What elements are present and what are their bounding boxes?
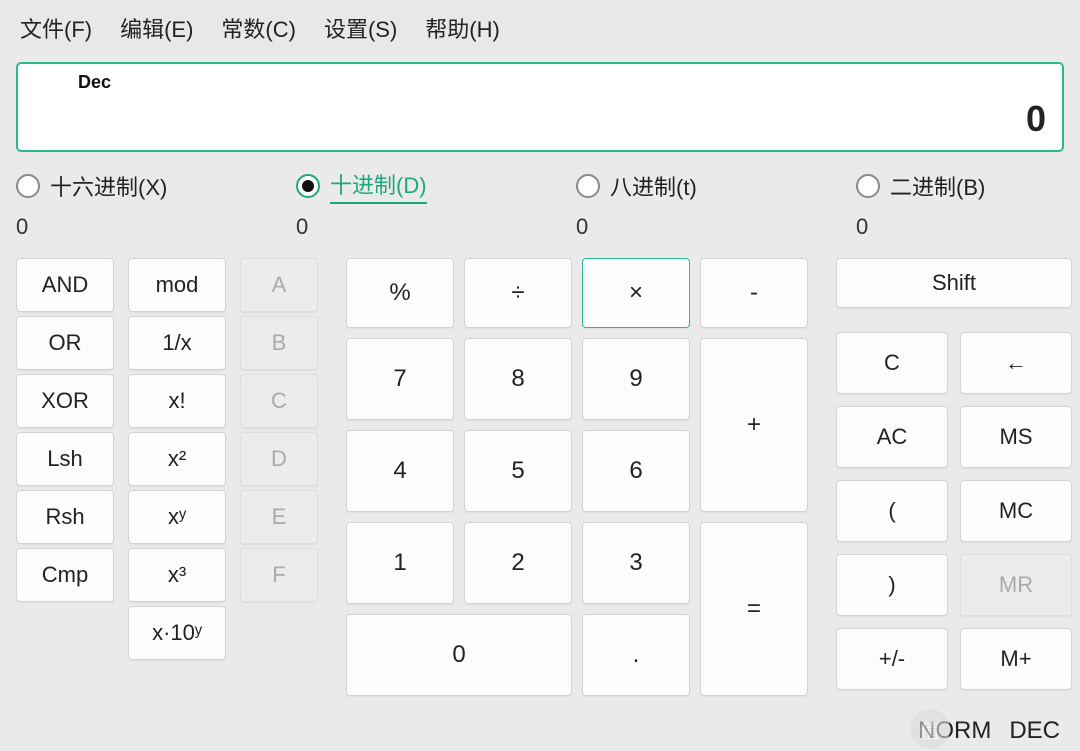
btn-hex-b: B bbox=[240, 316, 318, 370]
btn-hex-f: F bbox=[240, 548, 318, 602]
numeric-grid: % ÷ × - 7 8 9 + 4 5 6 1 2 3 = 0 . bbox=[346, 258, 808, 696]
logic-col-1: AND OR XOR Lsh Rsh Cmp bbox=[16, 258, 114, 696]
btn-backspace[interactable]: ← bbox=[960, 332, 1072, 394]
radio-icon bbox=[576, 174, 600, 198]
radio-icon bbox=[296, 174, 320, 198]
btn-cube[interactable]: x³ bbox=[128, 548, 226, 602]
btn-power[interactable]: xʸ bbox=[128, 490, 226, 544]
btn-mod[interactable]: mod bbox=[128, 258, 226, 312]
radix-oct[interactable]: 八进制(t) bbox=[576, 168, 856, 204]
btn-sci[interactable]: x·10ʸ bbox=[128, 606, 226, 660]
btn-hex-e: E bbox=[240, 490, 318, 544]
btn-subtract[interactable]: - bbox=[700, 258, 808, 328]
btn-3[interactable]: 3 bbox=[582, 522, 690, 604]
radix-bin[interactable]: 二进制(B) bbox=[856, 168, 1064, 204]
keypad: AND OR XOR Lsh Rsh Cmp mod 1/x x! x² xʸ … bbox=[0, 248, 1080, 696]
btn-hex-d: D bbox=[240, 432, 318, 486]
btn-clear[interactable]: C bbox=[836, 332, 948, 394]
radix-hex[interactable]: 十六进制(X) bbox=[16, 168, 296, 204]
btn-divide[interactable]: ÷ bbox=[464, 258, 572, 328]
display: Dec 0 bbox=[16, 62, 1064, 152]
btn-mem-store[interactable]: MS bbox=[960, 406, 1072, 468]
radix-dec-label: 十进制(D) bbox=[330, 168, 427, 204]
display-mode-label: Dec bbox=[78, 72, 111, 93]
btn-hex-a: A bbox=[240, 258, 318, 312]
btn-2[interactable]: 2 bbox=[464, 522, 572, 604]
btn-or[interactable]: OR bbox=[16, 316, 114, 370]
menu-constants[interactable]: 常数(C) bbox=[221, 12, 296, 44]
radix-row: 十六进制(X) 十进制(D) 八进制(t) 二进制(B) bbox=[0, 162, 1080, 204]
btn-shift[interactable]: Shift bbox=[836, 258, 1072, 308]
display-value: 0 bbox=[1026, 98, 1046, 140]
radix-hex-label: 十六进制(X) bbox=[50, 170, 167, 202]
btn-9[interactable]: 9 bbox=[582, 338, 690, 420]
btn-hex-c: C bbox=[240, 374, 318, 428]
btn-8[interactable]: 8 bbox=[464, 338, 572, 420]
btn-factorial[interactable]: x! bbox=[128, 374, 226, 428]
btn-4[interactable]: 4 bbox=[346, 430, 454, 512]
menubar: 文件(F) 编辑(E) 常数(C) 设置(S) 帮助(H) bbox=[0, 0, 1080, 56]
hex-digit-col: A B C D E F bbox=[240, 258, 318, 696]
btn-equals[interactable]: = bbox=[700, 522, 808, 696]
btn-lsh[interactable]: Lsh bbox=[16, 432, 114, 486]
btn-mem-clear[interactable]: MC bbox=[960, 480, 1072, 542]
btn-1[interactable]: 1 bbox=[346, 522, 454, 604]
menu-edit[interactable]: 编辑(E) bbox=[120, 12, 193, 44]
btn-paren-open[interactable]: ( bbox=[836, 480, 948, 542]
logic-col-2: mod 1/x x! x² xʸ x³ x·10ʸ bbox=[128, 258, 226, 696]
btn-xor[interactable]: XOR bbox=[16, 374, 114, 428]
menu-help[interactable]: 帮助(H) bbox=[425, 12, 500, 44]
btn-paren-close[interactable]: ) bbox=[836, 554, 948, 616]
menu-settings[interactable]: 设置(S) bbox=[324, 12, 397, 44]
radix-oct-label: 八进制(t) bbox=[610, 170, 697, 202]
btn-add[interactable]: + bbox=[700, 338, 808, 512]
btn-square[interactable]: x² bbox=[128, 432, 226, 486]
radix-values: 0 0 0 0 bbox=[0, 204, 1080, 248]
btn-0[interactable]: 0 bbox=[346, 614, 572, 696]
radix-dec[interactable]: 十进制(D) bbox=[296, 168, 576, 204]
btn-multiply[interactable]: × bbox=[582, 258, 690, 328]
btn-decimal[interactable]: . bbox=[582, 614, 690, 696]
btn-mem-recall: MR bbox=[960, 554, 1072, 616]
btn-plus-minus[interactable]: +/- bbox=[836, 628, 948, 690]
btn-5[interactable]: 5 bbox=[464, 430, 572, 512]
radix-dec-value: 0 bbox=[296, 214, 576, 240]
status-base: DEC bbox=[1009, 717, 1060, 745]
btn-all-clear[interactable]: AC bbox=[836, 406, 948, 468]
btn-rsh[interactable]: Rsh bbox=[16, 490, 114, 544]
watermark-icon: 值 bbox=[910, 709, 950, 749]
btn-mem-plus[interactable]: M+ bbox=[960, 628, 1072, 690]
btn-6[interactable]: 6 bbox=[582, 430, 690, 512]
btn-reciprocal[interactable]: 1/x bbox=[128, 316, 226, 370]
radix-hex-value: 0 bbox=[16, 214, 296, 240]
btn-7[interactable]: 7 bbox=[346, 338, 454, 420]
btn-and[interactable]: AND bbox=[16, 258, 114, 312]
radix-bin-label: 二进制(B) bbox=[890, 170, 985, 202]
radio-icon bbox=[856, 174, 880, 198]
radix-oct-value: 0 bbox=[576, 214, 856, 240]
side-grid: Shift C ← AC MS ( MC ) MR +/- M+ bbox=[836, 258, 1072, 696]
menu-file[interactable]: 文件(F) bbox=[20, 12, 92, 44]
radix-bin-value: 0 bbox=[856, 214, 1064, 240]
btn-percent[interactable]: % bbox=[346, 258, 454, 328]
radio-icon bbox=[16, 174, 40, 198]
btn-cmp[interactable]: Cmp bbox=[16, 548, 114, 602]
